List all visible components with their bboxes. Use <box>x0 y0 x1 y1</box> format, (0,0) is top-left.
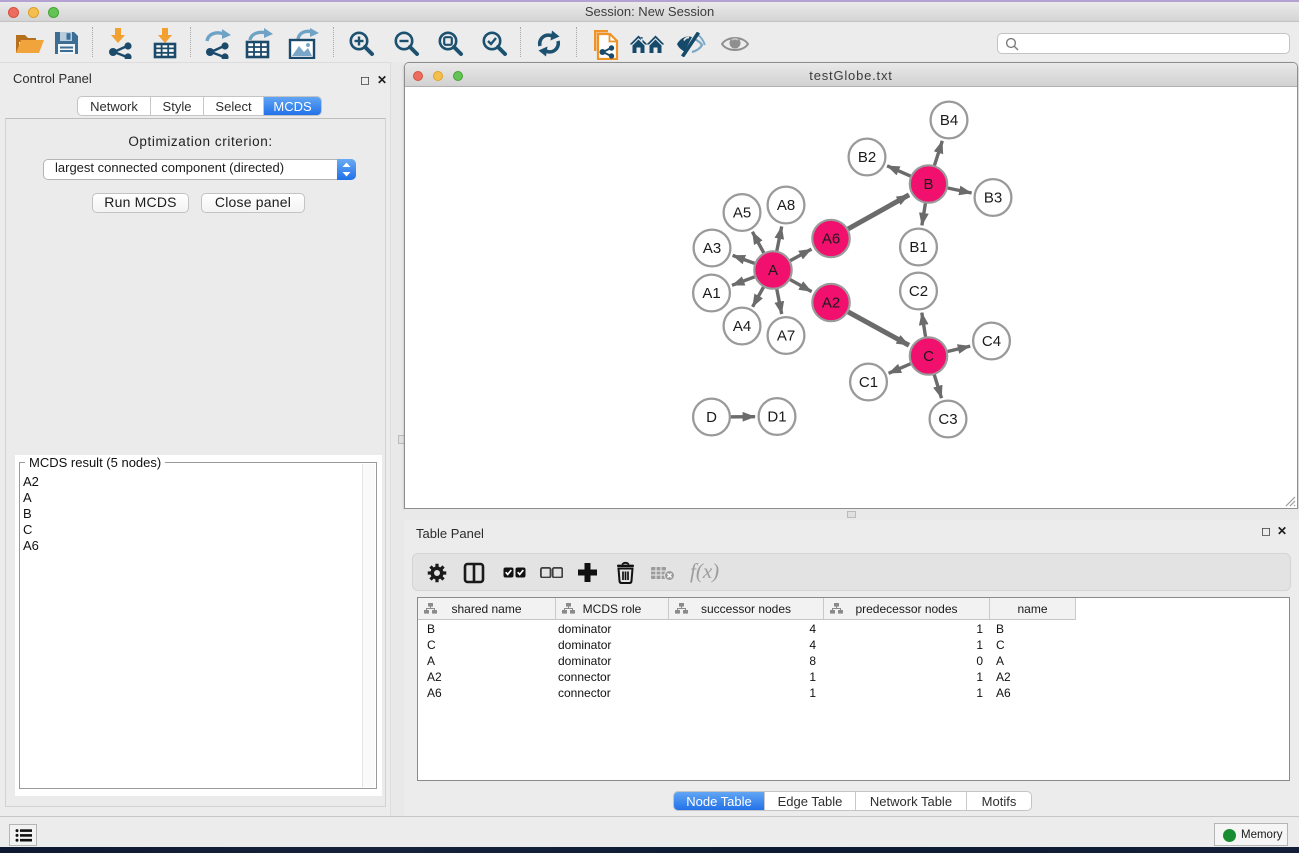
svg-text:A1: A1 <box>702 285 720 302</box>
svg-text:B2: B2 <box>858 149 876 166</box>
svg-text:C: C <box>923 348 934 365</box>
svg-text:A: A <box>768 262 778 279</box>
svg-text:A8: A8 <box>777 197 795 214</box>
svg-text:A3: A3 <box>703 240 721 257</box>
svg-text:A7: A7 <box>777 328 795 345</box>
svg-text:C3: C3 <box>938 411 957 428</box>
svg-text:D: D <box>706 409 717 426</box>
svg-text:C1: C1 <box>859 374 878 391</box>
svg-text:C2: C2 <box>909 283 928 300</box>
svg-text:A4: A4 <box>733 318 751 335</box>
svg-text:A6: A6 <box>822 231 840 248</box>
svg-text:A5: A5 <box>733 205 751 222</box>
svg-text:C4: C4 <box>982 333 1001 350</box>
svg-text:D1: D1 <box>767 409 786 426</box>
svg-text:B1: B1 <box>909 239 927 256</box>
svg-text:B3: B3 <box>984 190 1002 207</box>
svg-text:B: B <box>923 176 933 193</box>
svg-text:A2: A2 <box>822 295 840 312</box>
svg-text:B4: B4 <box>940 112 958 129</box>
